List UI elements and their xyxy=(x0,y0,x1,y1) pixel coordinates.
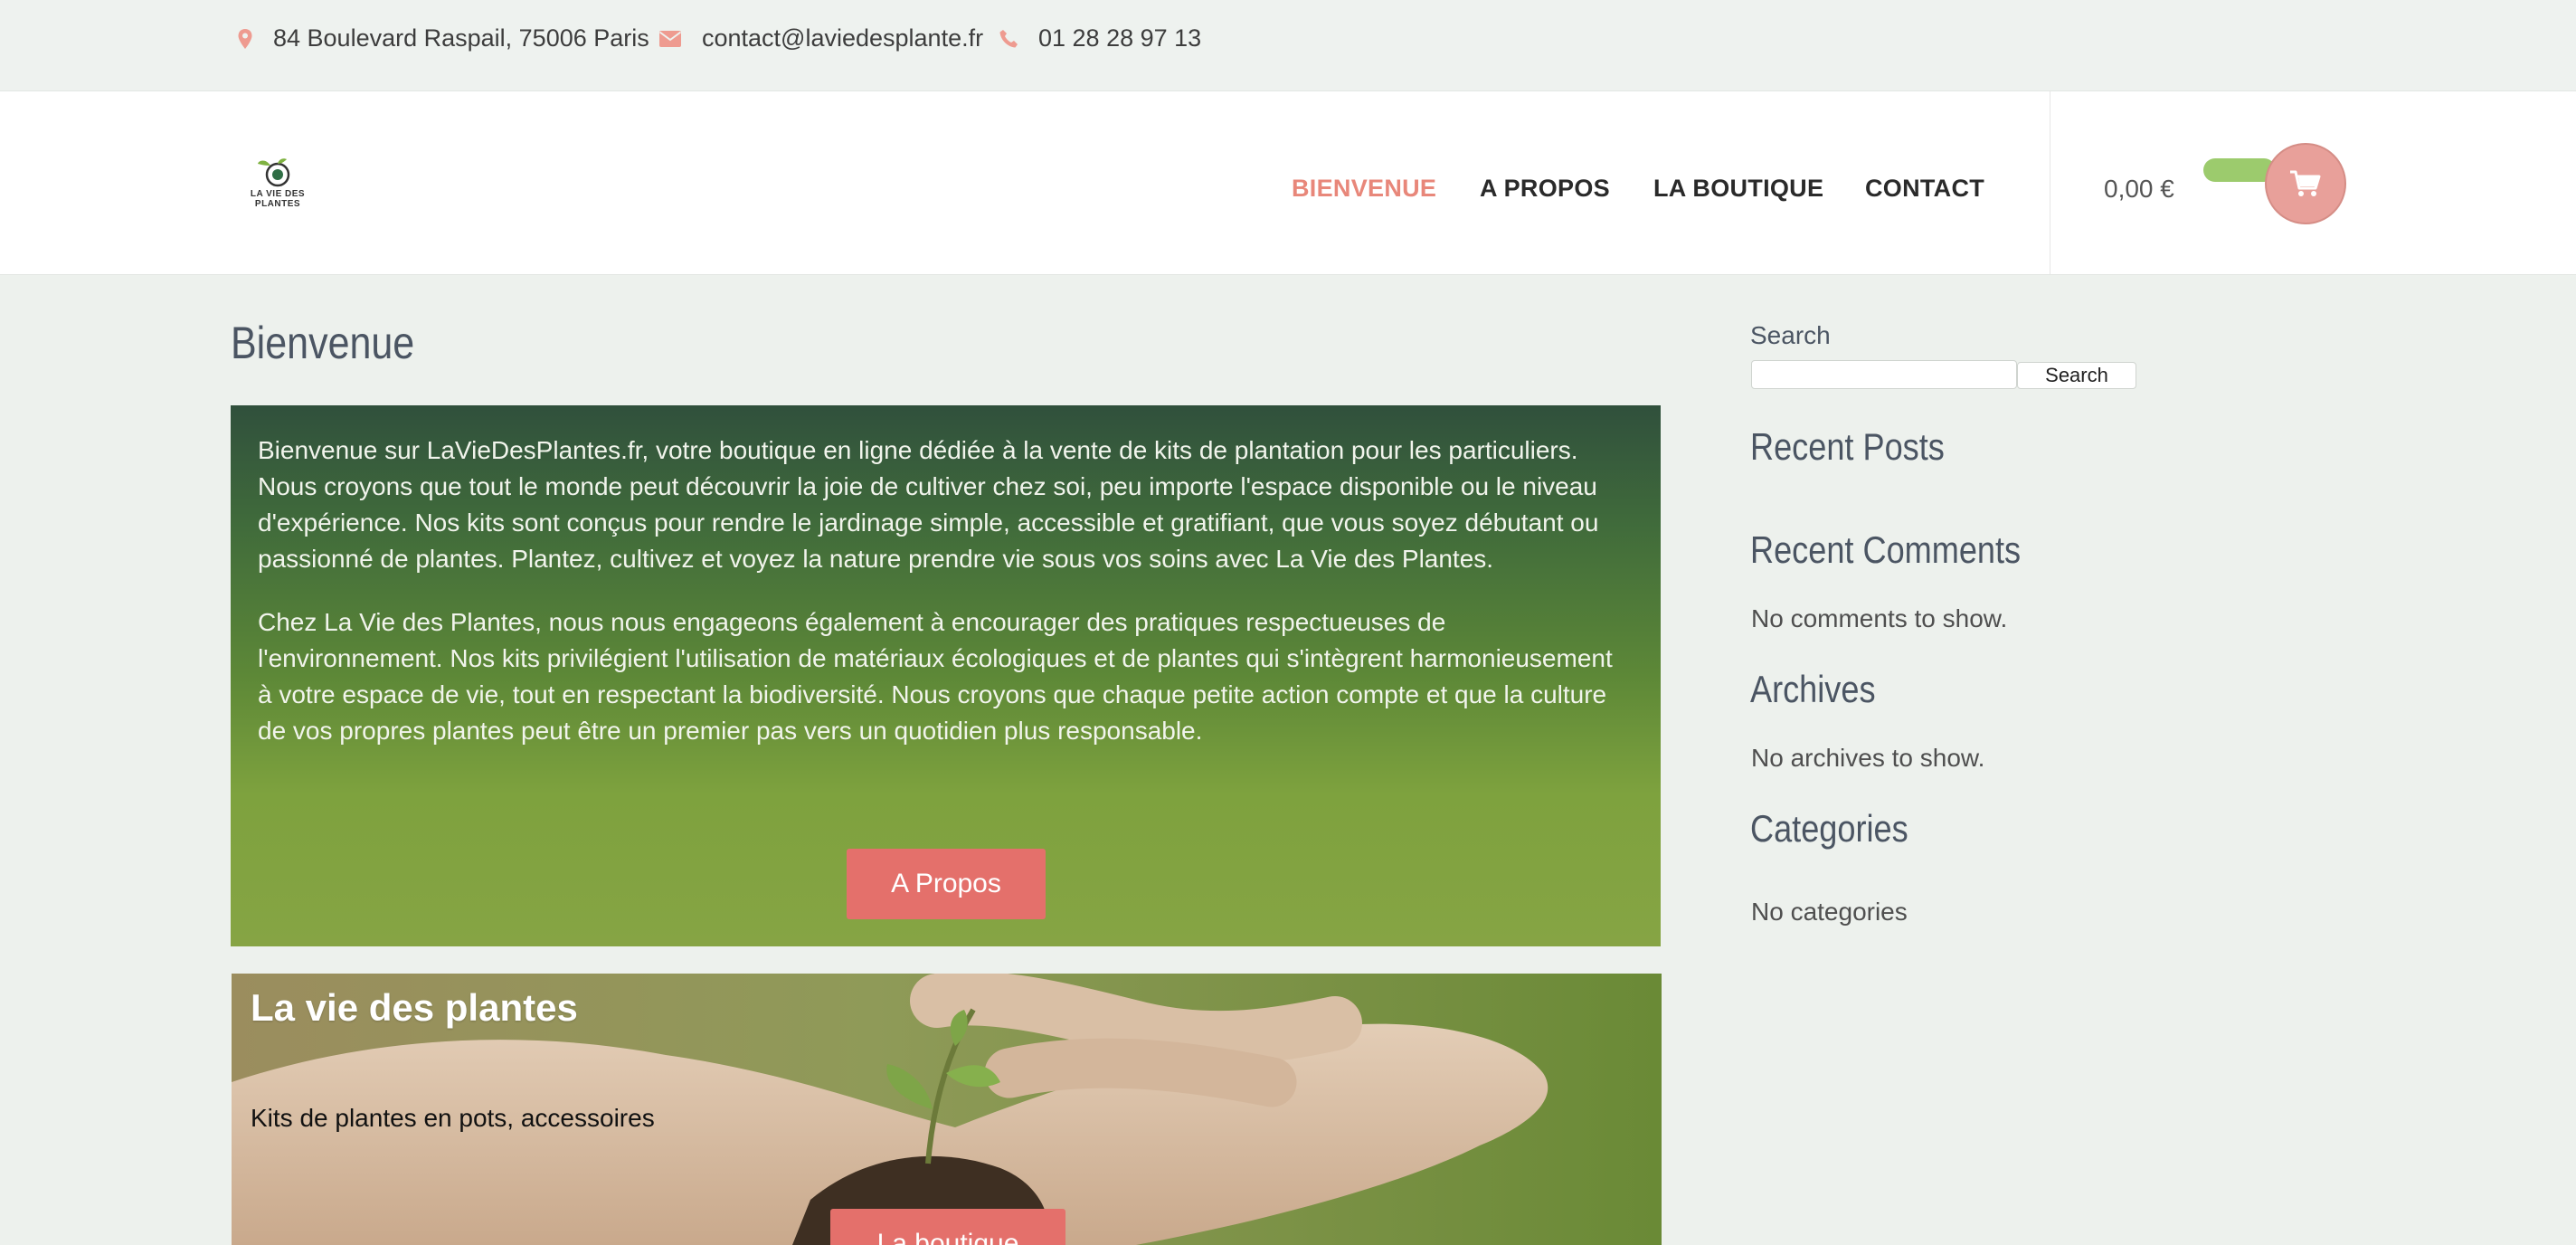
archives-title: Archives xyxy=(1750,668,1876,710)
shop-banner: La vie des plantes Kits de plantes en po… xyxy=(232,974,1662,1245)
plant-logo-icon xyxy=(258,158,290,187)
hero-paragraph-2: Chez La Vie des Plantes, nous nous engag… xyxy=(258,608,1613,745)
banner-title: La vie des plantes xyxy=(251,986,578,1029)
recent-posts-title: Recent Posts xyxy=(1750,425,1945,468)
categories-text: No categories xyxy=(1751,898,1908,926)
logo-text: LA VIE DES PLANTES xyxy=(250,189,306,209)
map-pin-icon xyxy=(238,28,252,49)
address-text: 84 Boulevard Raspail, 75006 Paris xyxy=(273,24,649,52)
email-info[interactable]: contact@laviedesplante.fr xyxy=(658,24,983,52)
la-boutique-button[interactable]: La boutique xyxy=(830,1209,1065,1245)
search-input[interactable] xyxy=(1751,360,2017,389)
search-button[interactable]: Search xyxy=(2017,362,2136,389)
search-label: Search xyxy=(1750,321,1831,349)
banner-subtitle: Kits de plantes en pots, accessoires xyxy=(251,1104,655,1132)
recent-comments-text: No comments to show. xyxy=(1751,604,2008,632)
categories-title: Categories xyxy=(1750,807,1908,850)
phone-info[interactable]: 01 28 28 97 13 xyxy=(999,24,1201,52)
shopping-cart-icon xyxy=(2290,170,2321,196)
a-propos-button[interactable]: A Propos xyxy=(847,849,1046,919)
nav-item-bienvenue[interactable]: BIENVENUE xyxy=(1292,175,1436,203)
page-title: Bienvenue xyxy=(231,318,415,368)
archives-text: No archives to show. xyxy=(1751,744,1985,772)
phone-text[interactable]: 01 28 28 97 13 xyxy=(1038,24,1201,52)
hero-paragraph-1: Bienvenue sur LaVieDesPlantes.fr, votre … xyxy=(258,436,1599,573)
address-info: 84 Boulevard Raspail, 75006 Paris xyxy=(237,24,649,52)
top-info-bar: 84 Boulevard Raspail, 75006 Paris contac… xyxy=(0,0,2576,91)
email-text[interactable]: contact@laviedesplante.fr xyxy=(702,24,983,52)
nav-item-la-boutique[interactable]: LA BOUTIQUE xyxy=(1653,175,1823,203)
cart-button[interactable] xyxy=(2265,143,2346,224)
site-header: LA VIE DES PLANTES BIENVENUE A PROPOS LA… xyxy=(0,91,2576,275)
cart-total[interactable]: 0,00 € xyxy=(2104,175,2174,204)
site-logo[interactable]: LA VIE DES PLANTES xyxy=(246,155,309,216)
nav-item-contact[interactable]: CONTACT xyxy=(1865,175,1984,203)
recent-comments-title: Recent Comments xyxy=(1750,528,2022,571)
welcome-hero: Bienvenue sur LaVieDesPlantes.fr, votre … xyxy=(231,405,1661,946)
envelope-icon xyxy=(658,30,682,47)
nav-item-a-propos[interactable]: A PROPOS xyxy=(1480,175,1610,203)
phone-icon xyxy=(999,29,1018,47)
